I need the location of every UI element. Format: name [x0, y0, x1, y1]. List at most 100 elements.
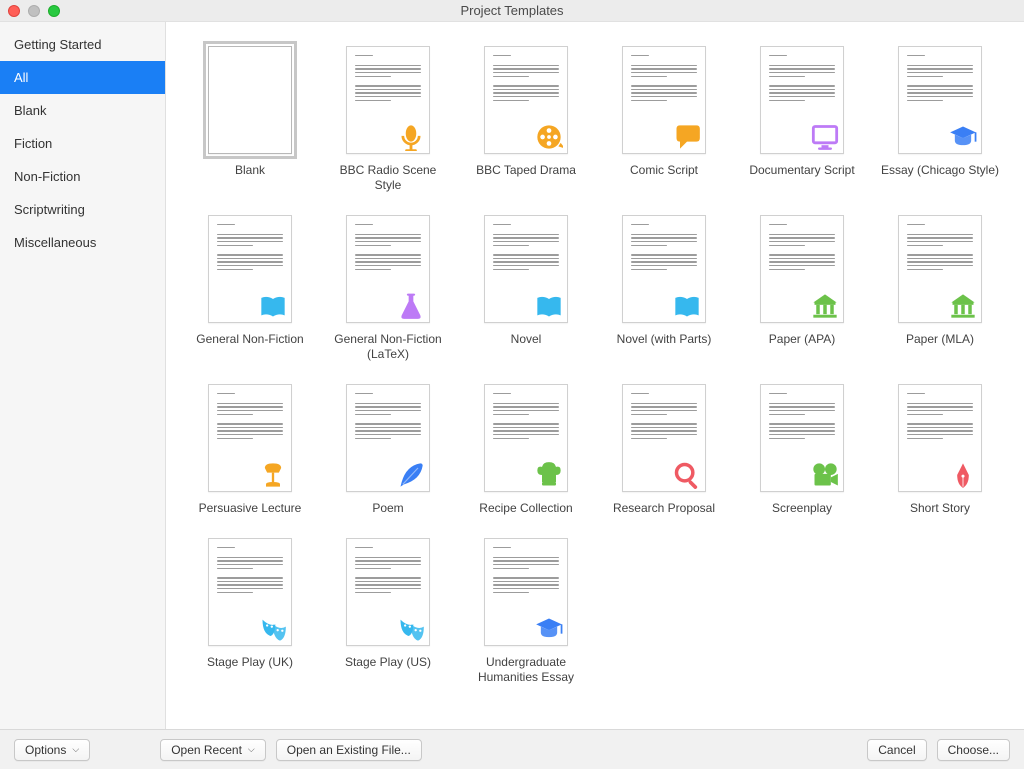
template-thumbnail	[346, 538, 430, 646]
template-label: BBC Taped Drama	[476, 163, 576, 178]
template-item[interactable]: BBC Taped Drama	[466, 46, 586, 193]
sidebar-item[interactable]: Blank	[0, 94, 165, 127]
sidebar-item[interactable]: Non-Fiction	[0, 160, 165, 193]
template-item[interactable]: Comic Script	[604, 46, 724, 193]
template-item[interactable]: Stage Play (US)	[328, 538, 448, 685]
open-existing-button[interactable]: Open an Existing File...	[276, 739, 422, 761]
template-thumbnail	[208, 46, 292, 154]
template-label: Novel	[511, 332, 542, 347]
sidebar-item-label: Blank	[14, 103, 47, 118]
template-item[interactable]: Essay (Chicago Style)	[880, 46, 1000, 193]
template-label: Research Proposal	[613, 501, 715, 516]
chevron-down-icon: ⌵	[72, 744, 79, 755]
template-label: Essay (Chicago Style)	[881, 163, 999, 178]
template-thumbnail	[760, 215, 844, 323]
options-button[interactable]: Options ⌵	[14, 739, 90, 761]
speech-bubble-icon	[673, 123, 701, 151]
template-label: Short Story	[910, 501, 970, 516]
open-recent-button[interactable]: Open Recent ⌵	[160, 739, 266, 761]
microphone-icon	[397, 123, 425, 151]
template-item[interactable]: Persuasive Lecture	[190, 384, 310, 516]
sidebar-item[interactable]: Fiction	[0, 127, 165, 160]
template-thumbnail	[898, 215, 982, 323]
magnifier-icon	[673, 461, 701, 489]
template-item[interactable]: Documentary Script	[742, 46, 862, 193]
sidebar-item-label: Fiction	[14, 136, 52, 151]
template-item[interactable]: Paper (APA)	[742, 215, 862, 362]
open-book-icon	[673, 292, 701, 320]
template-label: Paper (APA)	[769, 332, 835, 347]
template-label: Comic Script	[630, 163, 698, 178]
template-grid: Blank BBC Radio Scene Style BBC Taped Dram…	[166, 22, 1024, 729]
template-item[interactable]: General Non-Fiction (LaTeX)	[328, 215, 448, 362]
template-item[interactable]: Novel	[466, 215, 586, 362]
template-label: Undergraduate Humanities Essay	[466, 655, 586, 685]
template-label: Novel (with Parts)	[617, 332, 712, 347]
institution-icon	[949, 292, 977, 320]
template-label: Poem	[372, 501, 403, 516]
template-thumbnail	[346, 46, 430, 154]
template-thumbnail	[484, 384, 568, 492]
template-item[interactable]: Research Proposal	[604, 384, 724, 516]
template-item[interactable]: Blank	[190, 46, 310, 193]
fountain-pen-icon	[949, 461, 977, 489]
template-label: General Non-Fiction (LaTeX)	[328, 332, 448, 362]
sidebar-item-label: All	[14, 70, 28, 85]
template-item[interactable]: Undergraduate Humanities Essay	[466, 538, 586, 685]
template-item[interactable]: BBC Radio Scene Style	[328, 46, 448, 193]
chef-hat-icon	[535, 461, 563, 489]
template-label: Stage Play (US)	[345, 655, 431, 670]
template-item[interactable]: Short Story	[880, 384, 1000, 516]
template-item[interactable]: Screenplay	[742, 384, 862, 516]
template-thumbnail	[484, 215, 568, 323]
template-thumbnail	[484, 46, 568, 154]
template-thumbnail	[484, 538, 568, 646]
video-camera-icon	[811, 461, 839, 489]
template-label: BBC Radio Scene Style	[328, 163, 448, 193]
sidebar-item[interactable]: All	[0, 61, 165, 94]
template-thumbnail	[208, 538, 292, 646]
template-thumbnail	[622, 46, 706, 154]
template-label: Blank	[235, 163, 265, 178]
template-thumbnail	[760, 46, 844, 154]
graduation-cap-icon	[949, 123, 977, 151]
sidebar-item[interactable]: Scriptwriting	[0, 193, 165, 226]
institution-icon	[811, 292, 839, 320]
template-thumbnail	[760, 384, 844, 492]
desk-lamp-icon	[259, 461, 287, 489]
template-thumbnail	[622, 215, 706, 323]
flask-icon	[397, 292, 425, 320]
graduation-cap-icon	[535, 615, 563, 643]
template-thumbnail	[208, 215, 292, 323]
open-recent-label: Open Recent	[171, 743, 242, 757]
template-label: Documentary Script	[749, 163, 854, 178]
template-item[interactable]: Stage Play (UK)	[190, 538, 310, 685]
drama-masks-icon	[397, 615, 425, 643]
template-thumbnail	[622, 384, 706, 492]
film-reel-icon	[535, 123, 563, 151]
cancel-button[interactable]: Cancel	[867, 739, 926, 761]
template-thumbnail	[898, 384, 982, 492]
sidebar-item[interactable]: Miscellaneous	[0, 226, 165, 259]
template-thumbnail	[346, 384, 430, 492]
template-label: Recipe Collection	[479, 501, 572, 516]
open-book-icon	[535, 292, 563, 320]
template-item[interactable]: Poem	[328, 384, 448, 516]
choose-button[interactable]: Choose...	[937, 739, 1010, 761]
sidebar-item[interactable]: Getting Started	[0, 28, 165, 61]
options-label: Options	[25, 743, 66, 757]
template-label: General Non-Fiction	[196, 332, 303, 347]
footer: Options ⌵ Open Recent ⌵ Open an Existing…	[0, 729, 1024, 769]
template-item[interactable]: Novel (with Parts)	[604, 215, 724, 362]
template-item[interactable]: General Non-Fiction	[190, 215, 310, 362]
open-existing-label: Open an Existing File...	[287, 743, 411, 757]
chevron-down-icon: ⌵	[248, 744, 255, 755]
titlebar: Project Templates	[0, 0, 1024, 22]
open-book-icon	[259, 292, 287, 320]
template-item[interactable]: Recipe Collection	[466, 384, 586, 516]
choose-label: Choose...	[948, 743, 999, 757]
template-thumbnail	[898, 46, 982, 154]
window-title: Project Templates	[0, 0, 1024, 22]
monitor-icon	[811, 123, 839, 151]
template-item[interactable]: Paper (MLA)	[880, 215, 1000, 362]
